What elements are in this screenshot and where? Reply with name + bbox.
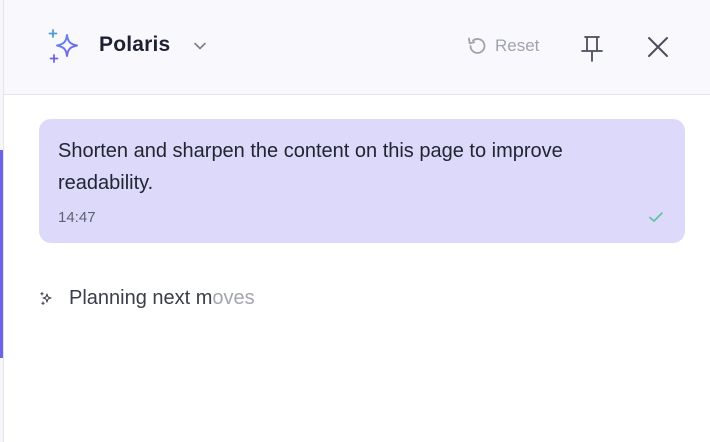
status-text-fade: oves (212, 286, 255, 309)
reset-icon (468, 37, 486, 54)
reset-label: Reset (495, 36, 540, 55)
user-message-bubble: Shorten and sharpen the content on this … (39, 119, 685, 243)
panel-header: Polaris Reset (4, 0, 710, 95)
message-timestamp: 14:47 (58, 209, 96, 226)
close-icon[interactable] (644, 33, 672, 61)
pin-icon[interactable] (578, 33, 606, 63)
chevron-down-icon[interactable] (193, 40, 207, 52)
status-text: Planning next m (69, 286, 213, 309)
message-text: Shorten and sharpen the content on this … (58, 140, 563, 194)
check-icon (649, 212, 663, 222)
background-accent-bar (0, 150, 3, 358)
reset-button[interactable]: Reset (466, 33, 539, 59)
sparkle-status-icon (40, 292, 52, 305)
assistant-name[interactable]: Polaris (99, 33, 170, 57)
thinking-status: Planning next m oves (40, 284, 255, 312)
sparkles-icon (48, 29, 78, 63)
assistant-panel: Polaris Reset Shorten and sharpen the co… (4, 0, 710, 442)
